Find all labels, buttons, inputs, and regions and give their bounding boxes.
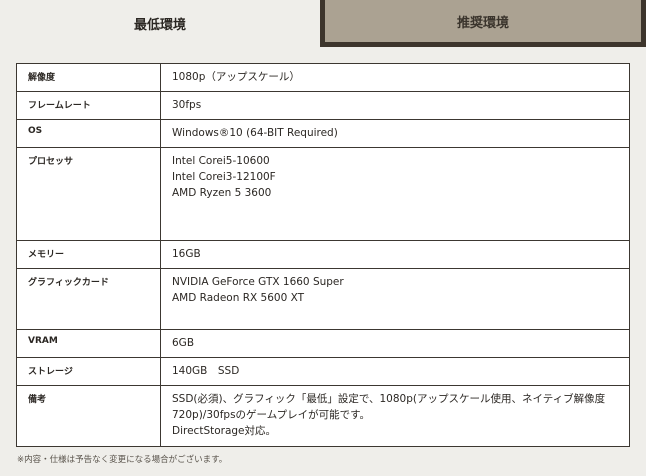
row-label-notes: 備考	[16, 385, 161, 447]
spec-tabs: 最低環境 推奨環境	[0, 0, 646, 47]
table-row: フレームレート 30fps	[16, 91, 630, 120]
row-value-notes: SSD(必須)、グラフィック「最低」設定で、1080p(アップスケール使用、ネイ…	[160, 385, 630, 447]
value-line: 140GB SSD	[172, 365, 240, 377]
row-value-memory: 16GB	[160, 240, 630, 269]
row-value-resolution: 1080p（アップスケール）	[160, 63, 630, 92]
row-label-vram: VRAM	[16, 329, 161, 358]
row-value-storage: 140GB SSD	[160, 357, 630, 386]
footnote: ※内容・仕様は予告なく変更になる場合がございます。	[17, 455, 228, 465]
row-label-os: OS	[16, 119, 161, 148]
row-label-graphics: グラフィックカード	[16, 268, 161, 330]
value-line: AMD Radeon RX 5600 XT	[172, 292, 305, 304]
row-label-processor: プロセッサ	[16, 147, 161, 241]
tab-minimum[interactable]: 最低環境	[0, 0, 320, 47]
spec-table: 解像度 1080p（アップスケール） フレームレート 30fps OS Wind…	[16, 63, 630, 447]
row-label-memory: メモリー	[16, 240, 161, 269]
value-line: 1080p（アップスケール）	[172, 71, 300, 83]
row-value-vram: 6GB	[160, 329, 630, 358]
value-line: Intel Corei5-10600	[172, 155, 270, 167]
value-line: 30fps	[172, 99, 202, 111]
row-label-resolution: 解像度	[16, 63, 161, 92]
value-line: Intel Corei3-12100F	[172, 171, 276, 183]
table-row: OS Windows®10 (64-BIT Required)	[16, 119, 630, 148]
value-line: DirectStorage対応。	[172, 425, 277, 437]
tab-recommended[interactable]: 推奨環境	[320, 0, 646, 47]
row-label-framerate: フレームレート	[16, 91, 161, 120]
table-row: グラフィックカード NVIDIA GeForce GTX 1660 Super …	[16, 268, 630, 330]
table-row: 備考 SSD(必須)、グラフィック「最低」設定で、1080p(アップスケール使用…	[16, 385, 630, 447]
value-line: Windows®10 (64-BIT Required)	[172, 127, 338, 139]
row-label-storage: ストレージ	[16, 357, 161, 386]
row-value-framerate: 30fps	[160, 91, 630, 120]
row-value-processor: Intel Corei5-10600 Intel Corei3-12100F A…	[160, 147, 630, 241]
value-line: 720p)/30fpsのゲームプレイが可能です。	[172, 409, 371, 421]
table-row: プロセッサ Intel Corei5-10600 Intel Corei3-12…	[16, 147, 630, 241]
value-line: 6GB	[172, 337, 195, 349]
row-value-os: Windows®10 (64-BIT Required)	[160, 119, 630, 148]
table-row: メモリー 16GB	[16, 240, 630, 269]
row-value-graphics: NVIDIA GeForce GTX 1660 Super AMD Radeon…	[160, 268, 630, 330]
value-line: SSD(必須)、グラフィック「最低」設定で、1080p(アップスケール使用、ネイ…	[172, 393, 606, 405]
value-line: NVIDIA GeForce GTX 1660 Super	[172, 276, 344, 288]
table-row: ストレージ 140GB SSD	[16, 357, 630, 386]
table-row: VRAM 6GB	[16, 329, 630, 358]
table-row: 解像度 1080p（アップスケール）	[16, 63, 630, 92]
value-line: 16GB	[172, 248, 201, 260]
value-line: AMD Ryzen 5 3600	[172, 187, 272, 199]
